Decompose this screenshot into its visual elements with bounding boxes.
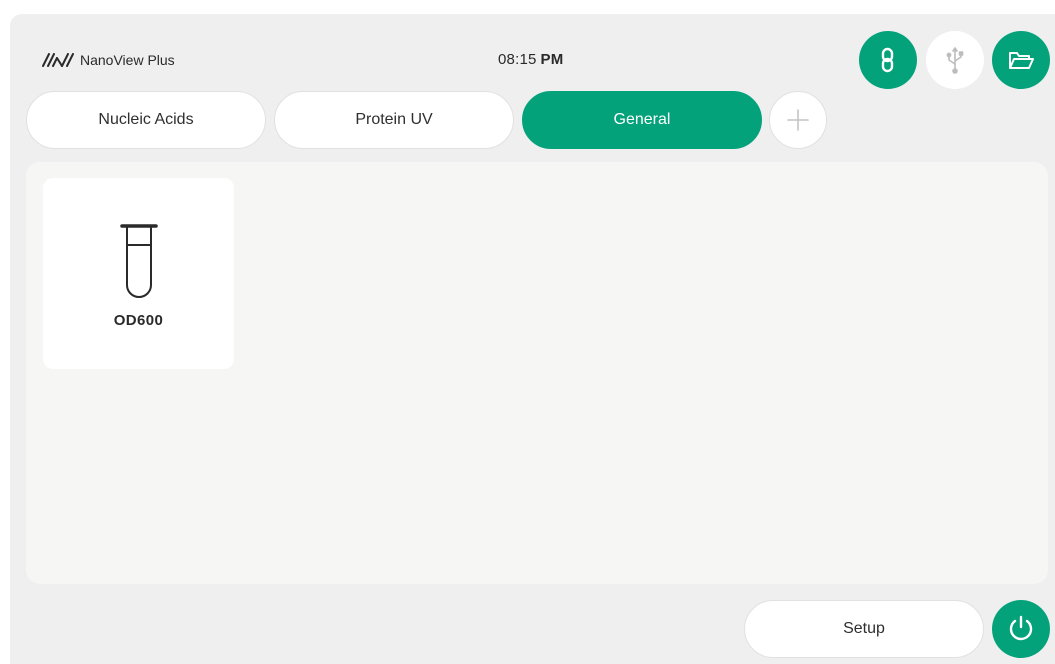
tab-label: General bbox=[613, 111, 671, 128]
clock-ampm: PM bbox=[540, 51, 564, 68]
usb-button[interactable] bbox=[926, 31, 984, 89]
link-button[interactable] bbox=[859, 31, 917, 89]
usb-icon bbox=[946, 47, 964, 74]
folder-open-icon bbox=[1009, 52, 1034, 69]
logo-icon bbox=[42, 53, 74, 67]
tab-label: Nucleic Acids bbox=[98, 111, 194, 128]
tab-protein-uv[interactable]: Protein UV bbox=[274, 91, 514, 149]
app-card-label: OD600 bbox=[113, 312, 164, 329]
tab-nucleic-acids[interactable]: Nucleic Acids bbox=[26, 91, 266, 149]
power-icon bbox=[1009, 615, 1033, 641]
folder-button[interactable] bbox=[992, 31, 1050, 89]
app-screen: NanoView Plus 08:15 PM Nucleic Acids Pro… bbox=[10, 14, 1055, 664]
brand: NanoView Plus bbox=[42, 52, 175, 68]
clock: 08:15 PM bbox=[498, 51, 563, 68]
link-icon bbox=[881, 47, 894, 73]
setup-button[interactable]: Setup bbox=[744, 600, 984, 658]
tab-general[interactable]: General bbox=[522, 91, 762, 149]
plus-icon bbox=[787, 109, 809, 131]
setup-label: Setup bbox=[843, 620, 885, 637]
app-name: NanoView Plus bbox=[80, 52, 175, 68]
tab-label: Protein UV bbox=[355, 111, 433, 128]
test-tube-icon bbox=[120, 224, 158, 298]
add-tab-button[interactable] bbox=[769, 91, 827, 149]
clock-time: 08:15 bbox=[498, 51, 537, 68]
power-button[interactable] bbox=[992, 600, 1050, 658]
app-card-od600[interactable]: OD600 bbox=[43, 178, 234, 369]
apps-panel: OD600 bbox=[26, 162, 1048, 584]
